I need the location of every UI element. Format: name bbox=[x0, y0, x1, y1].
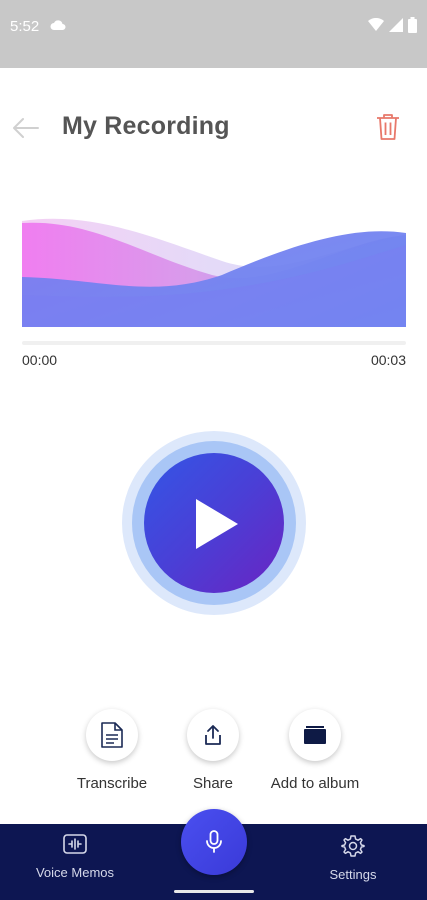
trash-icon bbox=[377, 114, 399, 140]
share-icon bbox=[205, 725, 221, 745]
current-time: 00:00 bbox=[22, 352, 58, 368]
delete-button[interactable] bbox=[375, 112, 401, 142]
share-button[interactable] bbox=[187, 709, 239, 761]
play-icon bbox=[196, 499, 238, 549]
record-button[interactable] bbox=[181, 809, 247, 875]
nav-settings-label: Settings bbox=[329, 867, 377, 882]
document-icon bbox=[101, 722, 123, 748]
home-indicator bbox=[174, 890, 254, 893]
add-to-album-action: Add to album bbox=[260, 709, 370, 799]
microphone-icon bbox=[206, 830, 222, 853]
nav-voice-memos-label: Voice Memos bbox=[35, 865, 115, 880]
play-button[interactable] bbox=[144, 453, 284, 593]
app-header: My Recording bbox=[0, 100, 427, 156]
waveform bbox=[22, 218, 406, 327]
status-icons bbox=[368, 17, 417, 38]
nav-voice-memos[interactable]: Voice Memos bbox=[32, 834, 118, 880]
add-to-album-label: Add to album bbox=[270, 775, 360, 792]
folder-icon bbox=[304, 726, 326, 744]
progress-track[interactable] bbox=[22, 341, 406, 345]
status-bar: 5:52 bbox=[0, 0, 427, 68]
transcribe-action: Transcribe bbox=[57, 709, 167, 799]
nav-settings[interactable]: Settings bbox=[322, 834, 384, 882]
add-to-album-button[interactable] bbox=[289, 709, 341, 761]
battery-icon bbox=[408, 17, 417, 38]
share-label: Share bbox=[192, 775, 234, 792]
arrow-left-icon bbox=[13, 118, 39, 138]
share-action: Share bbox=[158, 709, 268, 799]
status-time: 5:52 bbox=[10, 18, 40, 35]
gear-icon bbox=[341, 835, 365, 857]
transcribe-label: Transcribe bbox=[76, 775, 148, 792]
cloud-icon bbox=[50, 18, 66, 36]
voice-memos-icon bbox=[63, 834, 87, 854]
signal-icon bbox=[389, 18, 403, 37]
total-time: 00:03 bbox=[370, 352, 406, 368]
transcribe-button[interactable] bbox=[86, 709, 138, 761]
page-title: My Recording bbox=[62, 112, 230, 140]
wifi-icon bbox=[368, 17, 384, 37]
back-button[interactable] bbox=[10, 112, 42, 144]
